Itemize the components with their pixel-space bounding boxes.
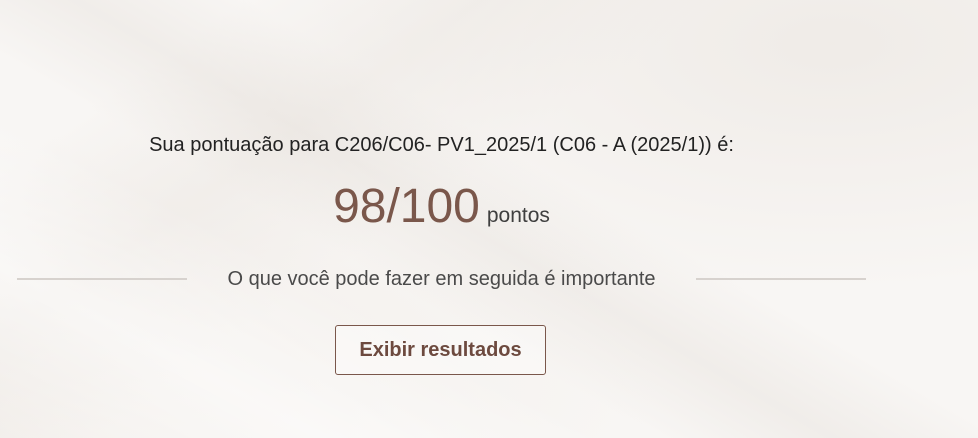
score-heading: Sua pontuação para C206/C06- PV1_2025/1 … — [149, 134, 734, 156]
score-unit: pontos — [486, 204, 550, 227]
next-steps-label: O que você pode fazer em seguida é impor… — [227, 267, 656, 290]
divider-line-right — [696, 278, 866, 280]
score-value: 98/100 — [333, 180, 480, 233]
divider-line-left — [17, 278, 187, 280]
score-panel: Sua pontuação para C206/C06- PV1_2025/1 … — [0, 0, 883, 438]
score-display: 98/100 pontos — [0, 179, 883, 235]
next-steps-divider: O que você pode fazer em seguida é impor… — [17, 266, 866, 292]
view-results-button[interactable]: Exibir resultados — [335, 325, 546, 375]
